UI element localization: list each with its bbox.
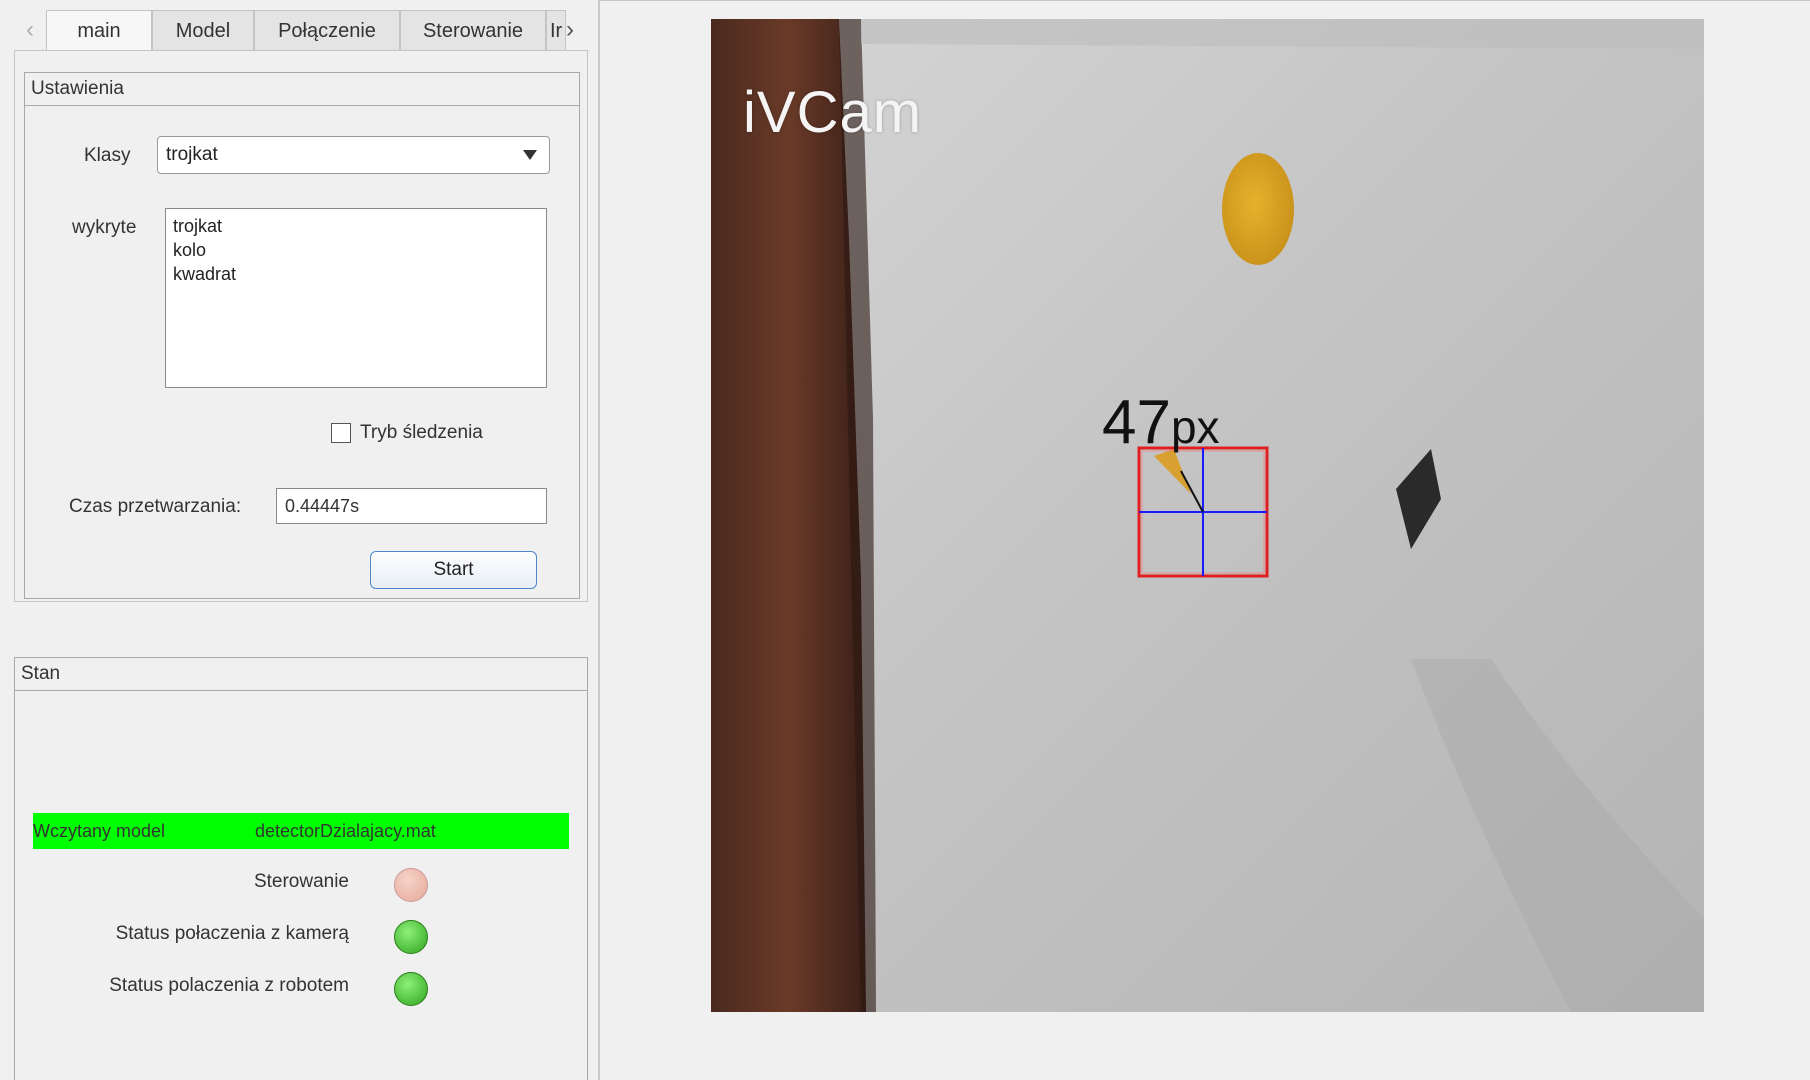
list-item[interactable]: kolo bbox=[173, 238, 539, 262]
tab-content-main: Ustawienia Klasy trojkat wykryte trojkat… bbox=[14, 50, 588, 602]
camera-watermark: iVCam bbox=[743, 80, 923, 145]
settings-title: Ustawienia bbox=[25, 73, 579, 106]
model-value: detectorDzialajacy.mat bbox=[255, 821, 436, 841]
tab-polaczenie[interactable]: Połączenie bbox=[254, 10, 400, 50]
distance-readout: 47px bbox=[1102, 387, 1220, 458]
distance-unit: px bbox=[1170, 401, 1220, 453]
tab-scroll-right-icon[interactable]: › bbox=[554, 10, 586, 50]
tab-main[interactable]: main bbox=[46, 10, 152, 52]
lamp-label-robot: Status polaczenia z robotem bbox=[109, 975, 349, 996]
status-title: Stan bbox=[15, 658, 587, 691]
detected-listbox[interactable]: trojkat kolo kwadrat bbox=[165, 208, 547, 388]
tab-strip: ‹ main Model Połączenie Sterowanie Ir › bbox=[14, 10, 586, 52]
list-item[interactable]: trojkat bbox=[173, 214, 539, 238]
tab-model[interactable]: Model bbox=[152, 10, 254, 50]
control-panel: ‹ main Model Połączenie Sterowanie Ir › … bbox=[0, 0, 600, 1080]
classes-selected-value: trojkat bbox=[166, 144, 218, 165]
lamp-label-sterowanie: Sterowanie bbox=[253, 871, 349, 892]
tracking-mode-label: Tryb śledzenia bbox=[360, 422, 483, 443]
start-button[interactable]: Start bbox=[370, 551, 537, 589]
tab-scroll-left-icon[interactable]: ‹ bbox=[14, 10, 46, 50]
sterowanie-status-lamp bbox=[394, 868, 428, 902]
robot-status-lamp bbox=[394, 972, 428, 1006]
detected-label: wykryte bbox=[72, 217, 137, 238]
tracking-mode-checkbox[interactable] bbox=[331, 423, 351, 443]
lamp-label-camera: Status połaczenia z kamerą bbox=[115, 923, 349, 944]
classes-dropdown[interactable]: trojkat bbox=[157, 136, 550, 174]
camera-frame-image bbox=[711, 19, 1704, 1012]
processing-time-label: Czas przetwarzania: bbox=[69, 496, 242, 517]
tab-sterowanie[interactable]: Sterowanie bbox=[400, 10, 546, 50]
divider bbox=[600, 0, 1810, 1]
processing-time-field[interactable]: 0.44447s bbox=[276, 488, 547, 524]
settings-panel: Ustawienia Klasy trojkat wykryte trojkat… bbox=[24, 72, 580, 599]
status-panel: Stan Wczytany model detectorDzialajacy.m… bbox=[14, 657, 588, 1080]
list-item[interactable]: kwadrat bbox=[173, 262, 539, 286]
model-status-bar: Wczytany model detectorDzialajacy.mat bbox=[33, 813, 569, 849]
classes-label: Klasy bbox=[84, 145, 131, 166]
model-label: Wczytany model bbox=[33, 821, 166, 841]
chevron-down-icon bbox=[523, 150, 537, 160]
distance-value: 47 bbox=[1102, 388, 1171, 457]
camera-view: iVCam 47px bbox=[711, 19, 1704, 1012]
camera-status-lamp bbox=[394, 920, 428, 954]
